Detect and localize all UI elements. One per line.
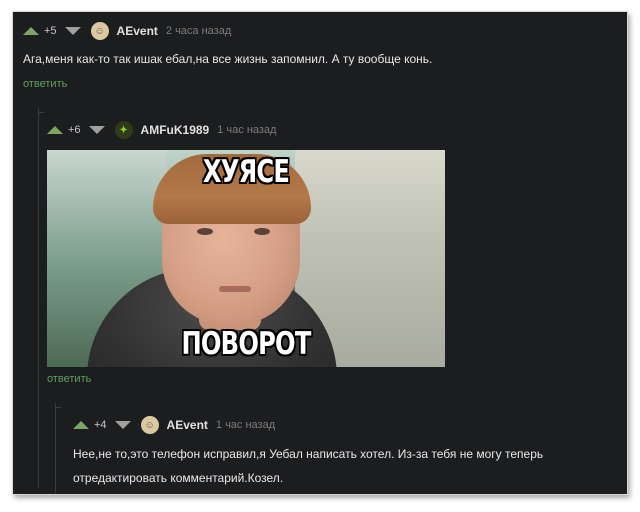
downvote-icon[interactable] — [88, 126, 105, 134]
comment-time[interactable]: 2 часа назад — [166, 25, 231, 37]
comment-2-header: +6 ✦ AMFuK1989 1 час назад — [47, 121, 276, 139]
meme-bottom-caption: ПОВОРОТ — [181, 326, 311, 362]
downvote-icon[interactable] — [114, 421, 131, 429]
thread-line[interactable] — [55, 403, 56, 493]
meme-eye — [254, 228, 270, 235]
avatar[interactable]: ☺ — [90, 22, 109, 40]
upvote-icon[interactable] — [73, 421, 89, 429]
comments-thread: +5 ☺ AEvent 2 часа назад Ага,меня как-то… — [12, 11, 628, 495]
comment-time[interactable]: 1 час назад — [217, 124, 276, 136]
comment-1-header: +5 ☺ AEvent 2 часа назад — [23, 22, 231, 40]
meme-eye — [197, 228, 213, 235]
meme-mouth — [219, 286, 251, 292]
comment-text: Ага,меня как-то так ишак ебал,на все жиз… — [23, 52, 433, 66]
comment-time[interactable]: 1 час назад — [216, 419, 275, 431]
downvote-icon[interactable] — [64, 27, 81, 35]
comment-text-line: Нее,не то,это телефон исправил,я Уебал н… — [73, 447, 544, 461]
comment-3-header: +4 ☺ AEvent 1 час назад — [73, 416, 275, 434]
meme-top-caption: ХУЯСЕ — [202, 154, 290, 190]
upvote-icon[interactable] — [47, 126, 63, 134]
avatar[interactable]: ☺ — [140, 416, 159, 434]
author-name[interactable]: AMFuK1989 — [141, 123, 210, 137]
upvote-icon[interactable] — [23, 27, 39, 35]
thread-tick — [38, 112, 44, 113]
thread-tick — [55, 407, 61, 408]
comment-score: +4 — [94, 419, 107, 431]
comment-score: +6 — [68, 124, 81, 136]
reply-button[interactable]: ответить — [47, 373, 91, 385]
comment-score: +5 — [44, 25, 57, 37]
author-name[interactable]: AEvent — [117, 24, 158, 38]
comment-text-line: отредактировать комментарий.Козел. — [73, 471, 284, 485]
meme-image[interactable]: ХУЯСЕ ПОВОРОТ — [47, 150, 445, 367]
author-name[interactable]: AEvent — [167, 418, 208, 432]
reply-button[interactable]: ответить — [23, 78, 67, 90]
avatar[interactable]: ✦ — [114, 121, 133, 139]
thread-line[interactable] — [38, 108, 39, 488]
